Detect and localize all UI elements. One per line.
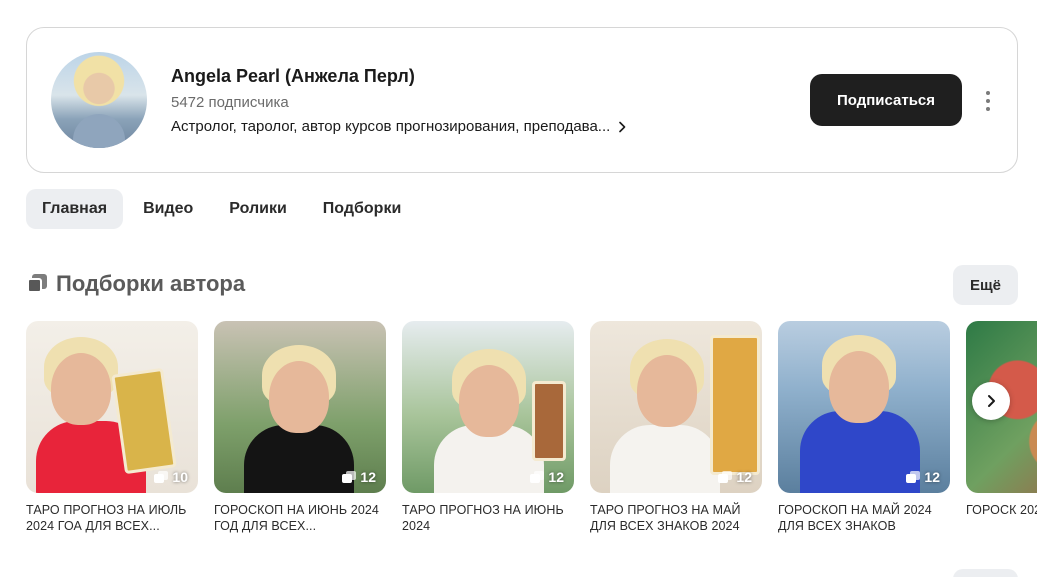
playlist-thumbnail: 12 [214,321,386,493]
section-header: Подборки автора [26,271,245,297]
playlist-thumbnail: 12 [590,321,762,493]
next-section-more-button[interactable] [953,569,1018,577]
channel-description[interactable]: Астролог, таролог, автор курсов прогнози… [171,118,628,135]
item-count-badge: 12 [906,469,940,485]
playlist-title[interactable]: ТАРО ПРОГНОЗ НА МАЙ ДЛЯ ВСЕХ ЗНАКОВ 2024 [590,502,762,534]
playlist-thumbnail: 10 [26,321,198,493]
playlist-title[interactable]: ГОРОСКОП НА ИЮНЬ 2024 ГОД ДЛЯ ВСЕХ... [214,502,386,534]
subscriber-count: 5472 подписчика [171,94,289,111]
playlist-card[interactable]: 10 ТАРО ПРОГНОЗ НА ИЮЛЬ 2024 ГОА ДЛЯ ВСЕ… [26,321,198,534]
tab-shorts[interactable]: Ролики [213,189,303,229]
playlist-title[interactable]: ГОРОСКОП НА МАЙ 2024 ДЛЯ ВСЕХ ЗНАКОВ [778,502,950,534]
more-button[interactable]: Ещё [953,265,1018,305]
tab-home[interactable]: Главная [26,189,124,229]
playlist-thumbnail: 12 [778,321,950,493]
item-count-badge: 10 [154,469,188,485]
avatar-figure [73,114,125,148]
channel-description-text: Астролог, таролог, автор курсов прогнози… [171,118,611,135]
item-count-badge: 12 [530,469,564,485]
collection-icon [530,471,545,483]
collection-icon [342,471,357,483]
tab-collections[interactable]: Подборки [307,189,418,229]
carousel-next-button[interactable] [972,382,1010,420]
playlist-thumbnail: 12 [402,321,574,493]
channel-tabs: Главная Видео Ролики Подборки [26,189,417,229]
playlist-card[interactable]: 12 ТАРО ПРОГНОЗ НА МАЙ ДЛЯ ВСЕХ ЗНАКОВ 2… [590,321,762,534]
channel-name[interactable]: Angela Pearl (Анжела Перл) [171,66,415,87]
chevron-right-icon [988,395,995,407]
playlist-title[interactable]: ТАРО ПРОГНОЗ НА ИЮЛЬ 2024 ГОА ДЛЯ ВСЕХ..… [26,502,198,534]
collection-icon [906,471,921,483]
more-vertical-icon[interactable] [979,88,997,114]
chevron-right-icon [619,121,626,132]
section-title: Подборки автора [56,271,246,296]
collection-icon [154,471,169,483]
playlist-card[interactable]: 12 ТАРО ПРОГНОЗ НА ИЮНЬ 2024 [402,321,574,534]
channel-header-card: Angela Pearl (Анжела Перл) 5472 подписчи… [26,27,1018,173]
playlist-title[interactable]: ГОРОСК 2024 ДЛ [966,502,1037,518]
subscribe-button[interactable]: Подписаться [810,74,962,126]
tab-video[interactable]: Видео [127,189,209,229]
item-count-badge: 12 [718,469,752,485]
channel-avatar[interactable] [51,52,147,148]
playlist-carousel: 10 ТАРО ПРОГНОЗ НА ИЮЛЬ 2024 ГОА ДЛЯ ВСЕ… [26,321,1037,541]
playlist-card[interactable]: 12 ГОРОСКОП НА ИЮНЬ 2024 ГОД ДЛЯ ВСЕХ... [214,321,386,534]
collection-icon [718,471,733,483]
playlist-card[interactable]: 12 ГОРОСКОП НА МАЙ 2024 ДЛЯ ВСЕХ ЗНАКОВ [778,321,950,534]
playlist-title[interactable]: ТАРО ПРОГНОЗ НА ИЮНЬ 2024 [402,502,574,534]
playlist-card[interactable]: ГОРОСК 2024 ДЛ [966,321,1037,518]
collection-icon [26,274,48,294]
item-count-badge: 12 [342,469,376,485]
